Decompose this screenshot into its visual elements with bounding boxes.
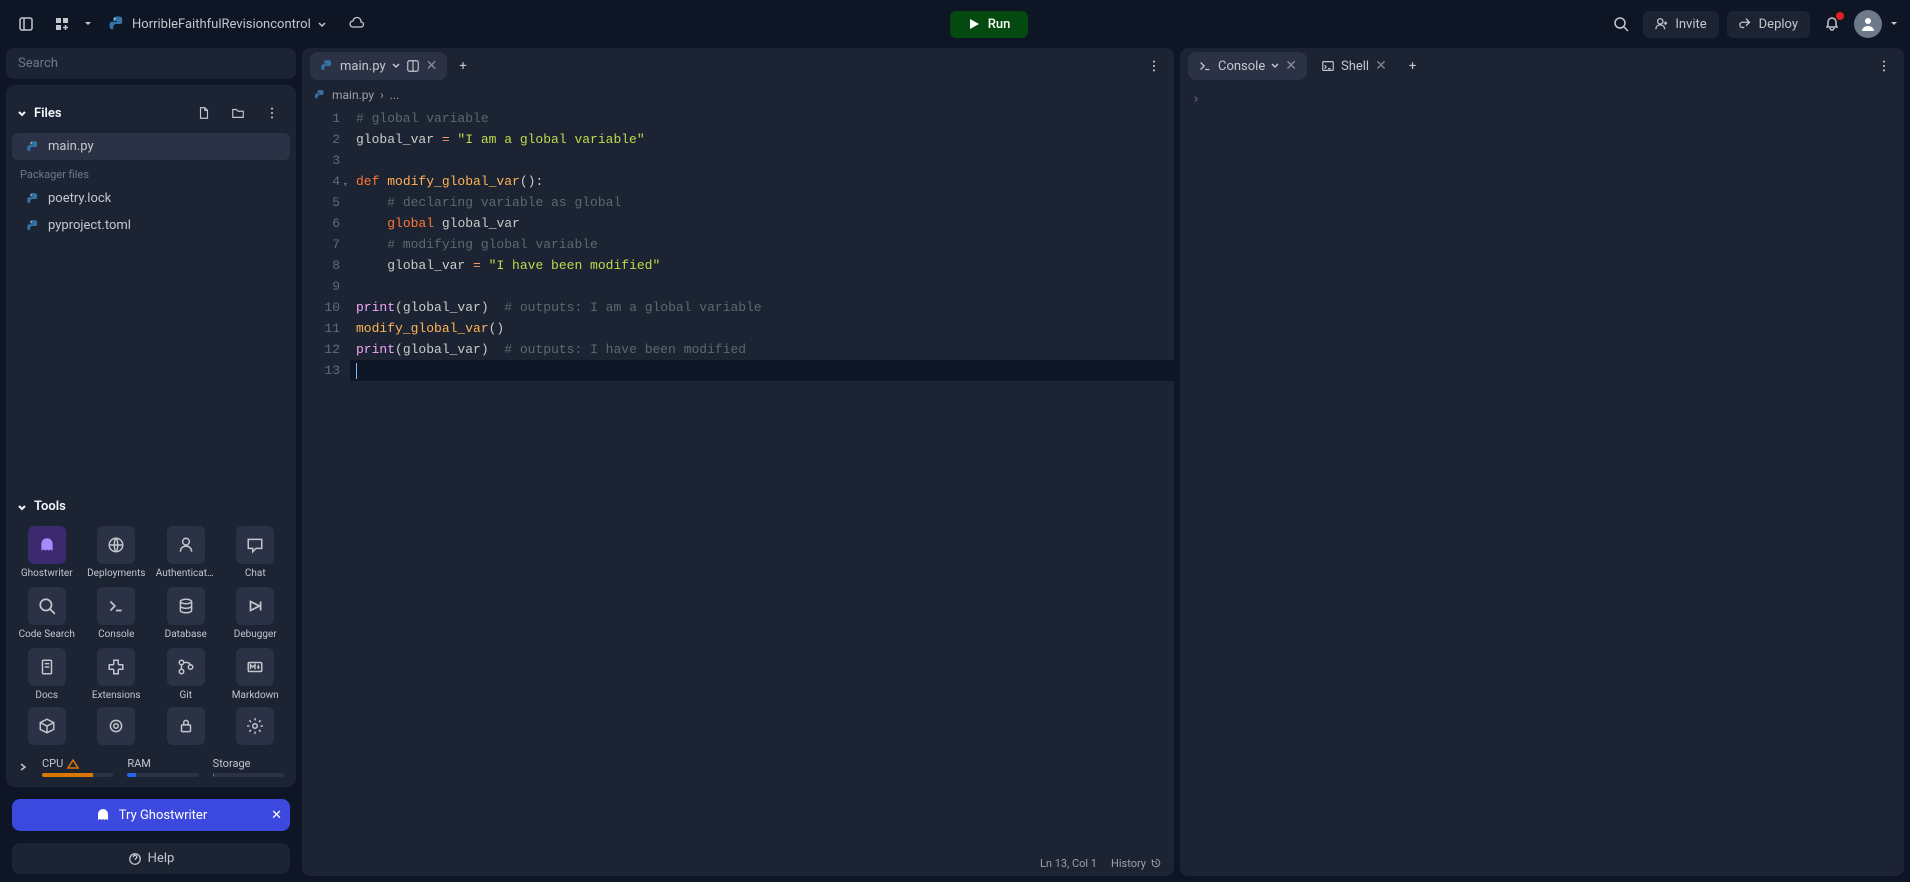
add-pane-icon[interactable] bbox=[48, 10, 76, 38]
tool-deployments[interactable]: Deployments bbox=[86, 526, 148, 579]
files-header-label: Files bbox=[34, 106, 62, 121]
tool-debugger[interactable]: Debugger bbox=[225, 587, 287, 640]
layout-icon[interactable] bbox=[406, 59, 420, 73]
python-icon bbox=[108, 15, 126, 33]
tool-search[interactable]: Code Search bbox=[16, 587, 78, 640]
cloud-status-icon[interactable] bbox=[343, 10, 371, 38]
chevron-right-icon[interactable] bbox=[18, 762, 28, 772]
resource-bar: CPU RAM Storage bbox=[6, 751, 296, 779]
project-selector[interactable]: HorribleFaithfulRevisioncontrol bbox=[100, 11, 335, 37]
breadcrumb[interactable]: main.py › ... bbox=[302, 84, 1174, 106]
chevron-down-icon bbox=[16, 107, 28, 119]
user-icon bbox=[1860, 16, 1876, 32]
storage-label: Storage bbox=[213, 757, 251, 770]
search-input[interactable]: Search bbox=[6, 48, 296, 79]
run-button-label: Run bbox=[988, 17, 1011, 32]
status-bar: Ln 13, Col 1 History bbox=[302, 850, 1174, 876]
files-header[interactable]: Files bbox=[6, 93, 296, 133]
files-more-button[interactable] bbox=[258, 99, 286, 127]
editor-tab-label: main.py bbox=[340, 59, 386, 74]
tool-ghostwriter[interactable]: Ghostwriter bbox=[16, 526, 78, 579]
notification-dot bbox=[1836, 12, 1844, 20]
sidebar-toggle-icon[interactable] bbox=[12, 10, 40, 38]
chevron-down-icon bbox=[16, 501, 28, 513]
tool-chat[interactable]: Chat bbox=[225, 526, 287, 579]
add-tab-button[interactable]: + bbox=[449, 53, 476, 80]
console-tab-bar: Console✕Shell✕ + bbox=[1180, 48, 1904, 84]
close-icon[interactable]: ✕ bbox=[1375, 58, 1387, 74]
history-button[interactable]: History bbox=[1111, 857, 1162, 870]
tool-console[interactable]: Console bbox=[86, 587, 148, 640]
close-icon[interactable]: ✕ bbox=[426, 58, 438, 74]
console-prompt: › bbox=[1192, 92, 1200, 107]
run-button[interactable]: Run bbox=[950, 11, 1029, 38]
cursor-position[interactable]: Ln 13, Col 1 bbox=[1040, 857, 1097, 870]
tool-git[interactable]: Git bbox=[155, 648, 217, 701]
chevron-down-icon[interactable] bbox=[84, 20, 92, 28]
ghostwriter-banner-label: Try Ghostwriter bbox=[119, 808, 207, 823]
tool-extensions[interactable]: Extensions bbox=[86, 648, 148, 701]
editor-panel: main.py ✕ + main.py › ... 1234▾567891011… bbox=[302, 48, 1174, 876]
file-item[interactable]: pyproject.toml bbox=[12, 212, 290, 239]
tool-database[interactable]: Database bbox=[155, 587, 217, 640]
chevron-down-icon[interactable] bbox=[1890, 20, 1898, 28]
topbar: HorribleFaithfulRevisioncontrol Run Invi… bbox=[0, 0, 1910, 48]
tool-packages[interactable] bbox=[16, 707, 78, 745]
new-folder-button[interactable] bbox=[224, 99, 252, 127]
packager-label: Packager files bbox=[6, 160, 296, 185]
python-icon bbox=[314, 89, 326, 101]
invite-button[interactable]: Invite bbox=[1643, 11, 1718, 38]
search-button[interactable] bbox=[1607, 10, 1635, 38]
deploy-icon bbox=[1739, 17, 1753, 31]
add-tab-button[interactable]: + bbox=[1399, 53, 1426, 80]
tool-markdown[interactable]: Markdown bbox=[225, 648, 287, 701]
tool-ai[interactable] bbox=[86, 707, 148, 745]
python-icon bbox=[320, 59, 334, 73]
console-tab[interactable]: Console✕ bbox=[1188, 52, 1307, 80]
editor-tab[interactable]: main.py ✕ bbox=[310, 52, 447, 80]
sidebar: Search Files main.py Packager files poet… bbox=[6, 48, 296, 876]
chevron-down-icon[interactable] bbox=[392, 62, 400, 70]
close-icon[interactable]: ✕ bbox=[271, 808, 282, 823]
tool-auth[interactable]: Authenticati... bbox=[155, 526, 217, 579]
tool-secrets[interactable] bbox=[155, 707, 217, 745]
ram-label: RAM bbox=[127, 757, 151, 770]
console-more-button[interactable] bbox=[1870, 52, 1898, 80]
history-icon bbox=[1150, 857, 1162, 869]
help-label: Help bbox=[148, 851, 175, 866]
file-item[interactable]: main.py bbox=[12, 133, 290, 160]
chevron-down-icon bbox=[317, 19, 327, 29]
file-item[interactable]: poetry.lock bbox=[12, 185, 290, 212]
avatar[interactable] bbox=[1854, 10, 1882, 38]
breadcrumb-rest: ... bbox=[390, 88, 400, 102]
help-icon bbox=[128, 852, 142, 866]
tool-settings[interactable] bbox=[225, 707, 287, 745]
ghostwriter-banner[interactable]: Try Ghostwriter ✕ bbox=[12, 799, 290, 831]
deploy-label: Deploy bbox=[1759, 17, 1798, 32]
editor-more-button[interactable] bbox=[1140, 52, 1168, 80]
help-button[interactable]: Help bbox=[12, 843, 290, 874]
chevron-right-icon: › bbox=[380, 88, 384, 102]
notifications-button[interactable] bbox=[1818, 10, 1846, 38]
new-file-button[interactable] bbox=[190, 99, 218, 127]
search-icon bbox=[1613, 16, 1629, 32]
code-editor[interactable]: 1234▾5678910111213 # global variableglob… bbox=[302, 106, 1174, 850]
console-tab[interactable]: Shell✕ bbox=[1311, 52, 1397, 80]
warning-icon bbox=[67, 758, 79, 770]
editor-tab-bar: main.py ✕ + bbox=[302, 48, 1174, 84]
cpu-label: CPU bbox=[42, 757, 63, 770]
breadcrumb-file: main.py bbox=[332, 88, 374, 102]
tool-docs[interactable]: Docs bbox=[16, 648, 78, 701]
close-icon[interactable]: ✕ bbox=[1285, 58, 1297, 74]
tools-header-label: Tools bbox=[34, 499, 66, 514]
play-icon bbox=[968, 18, 980, 30]
invite-icon bbox=[1655, 17, 1669, 31]
invite-label: Invite bbox=[1675, 17, 1706, 32]
console-panel: Console✕Shell✕ + › bbox=[1180, 48, 1904, 876]
console-output[interactable]: › bbox=[1180, 84, 1904, 876]
project-name-text: HorribleFaithfulRevisioncontrol bbox=[132, 17, 311, 32]
tools-header[interactable]: Tools bbox=[6, 493, 296, 520]
deploy-button[interactable]: Deploy bbox=[1727, 11, 1810, 38]
ghostwriter-icon bbox=[95, 807, 111, 823]
